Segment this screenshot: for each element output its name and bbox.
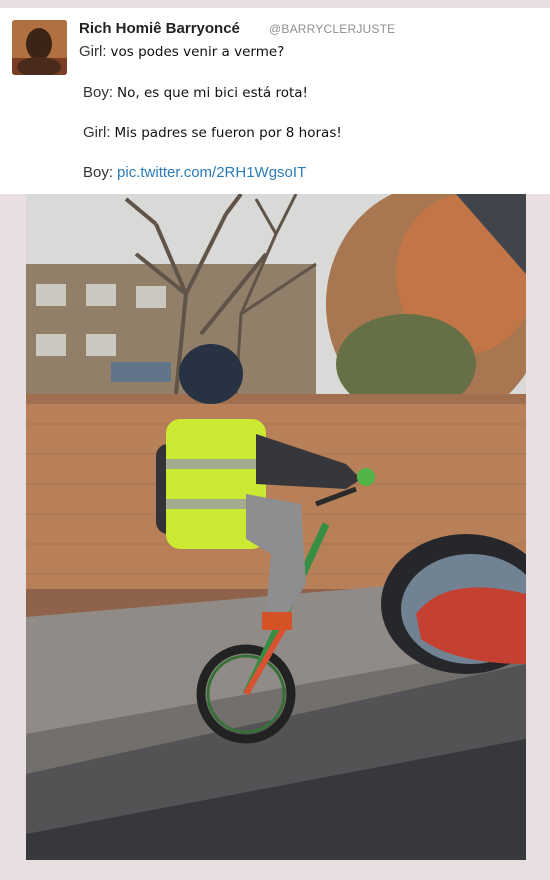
message-text: Mis padres se fueron por 8 horas! — [114, 125, 342, 141]
speaker-label: Girl: — [79, 43, 107, 60]
message-text: No, es que mi bici está rota! — [117, 85, 308, 101]
speaker-label: Boy: — [83, 164, 114, 181]
photo-of-boy-riding-wheelie-icon — [26, 194, 526, 860]
top-strip — [0, 0, 550, 8]
tweet-card: Rich Homiê Barryoncé @BARRYCLERJUSTE Gir… — [0, 8, 550, 194]
author-handle[interactable]: @BARRYCLERJUSTE — [269, 22, 395, 36]
message-text: vos podes venir a verme? — [110, 44, 285, 60]
dialogue-line-3: Girl: Mis padres se fueron por 8 horas! — [83, 124, 342, 141]
avatar-icon — [12, 20, 67, 75]
dialogue-line-4: Boy: pic.twitter.com/2RH1WgsoIT — [83, 164, 306, 181]
dialogue-line-2: Boy: No, es que mi bici está rota! — [83, 84, 308, 101]
speaker-label: Boy: — [83, 84, 114, 101]
speaker-label: Girl: — [83, 124, 111, 141]
author-name[interactable]: Rich Homiê Barryoncé — [79, 20, 240, 37]
tweet-photo[interactable] — [26, 194, 526, 860]
photo-link[interactable]: pic.twitter.com/2RH1WgsoIT — [117, 164, 306, 181]
dialogue-line-1: Girl: vos podes venir a verme? — [79, 43, 284, 60]
avatar[interactable] — [12, 20, 67, 75]
